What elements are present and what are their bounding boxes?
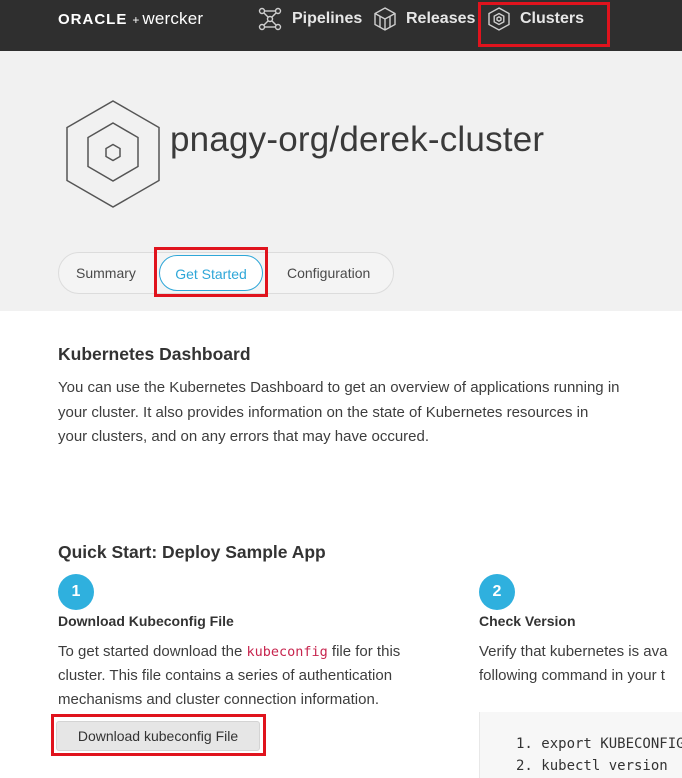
step-description: Verify that kubernetes is ava following … (479, 640, 667, 688)
step-number-badge: 1 (58, 574, 94, 610)
tab-configuration[interactable]: Configuration (287, 253, 370, 293)
quickstart-title: Quick Start: Deploy Sample App (58, 542, 326, 562)
code-line: 1. export KUBECONFIG (516, 736, 682, 752)
nav-item-releases[interactable]: Releases (374, 6, 475, 32)
inline-code: kubeconfig (246, 644, 328, 660)
dashboard-description: You can use the Kubernetes Dashboard to … (58, 376, 620, 450)
code-block: 1. export KUBECONFIG 2. kubectl version (479, 712, 682, 778)
code-line: 2. kubectl version (516, 758, 668, 774)
cluster-header: pnagy-org/derek-cluster Summary Get Star… (0, 51, 682, 311)
step-text: mechanisms and cluster connection inform… (58, 691, 379, 708)
dashboard-line: your clusters, and on any errors that ma… (58, 428, 430, 445)
nav-label-releases: Releases (406, 10, 476, 27)
step-text: To get started download the (58, 643, 247, 660)
pipelines-icon (258, 7, 282, 31)
step-description: To get started download the kubeconfig f… (58, 640, 400, 712)
page-title: pnagy-org/derek-cluster (170, 120, 545, 159)
dashboard-title: Kubernetes Dashboard (58, 344, 251, 364)
top-nav: ORACLE + wercker Pipelines Releases Clus… (0, 0, 682, 51)
brand-plus: + (132, 13, 140, 27)
brand-logo[interactable]: ORACLE + wercker (58, 9, 203, 29)
step-text: following command in your t (479, 667, 665, 684)
step-number-badge: 2 (479, 574, 515, 610)
step-title: Download Kubeconfig File (58, 613, 234, 629)
brand-wercker: wercker (142, 9, 204, 28)
tab-summary[interactable]: Summary (76, 253, 136, 293)
nav-label-pipelines: Pipelines (292, 10, 363, 27)
cluster-hexagon-icon (66, 100, 160, 208)
nav-item-pipelines[interactable]: Pipelines (258, 6, 362, 32)
dashboard-line: You can use the Kubernetes Dashboard to … (58, 379, 620, 396)
dashboard-line: your cluster. It also provides informati… (58, 403, 589, 421)
step-text: Verify that kubernetes is ava (479, 643, 668, 660)
step-text: file for this (327, 643, 401, 660)
step-title: Check Version (479, 613, 576, 629)
step-text: cluster. This file contains a series of … (58, 667, 393, 684)
brand-oracle: ORACLE (58, 11, 128, 28)
highlight-box-get-started (154, 247, 268, 297)
highlight-box-clusters (478, 2, 610, 47)
releases-icon (374, 7, 396, 31)
highlight-box-download (51, 714, 266, 756)
